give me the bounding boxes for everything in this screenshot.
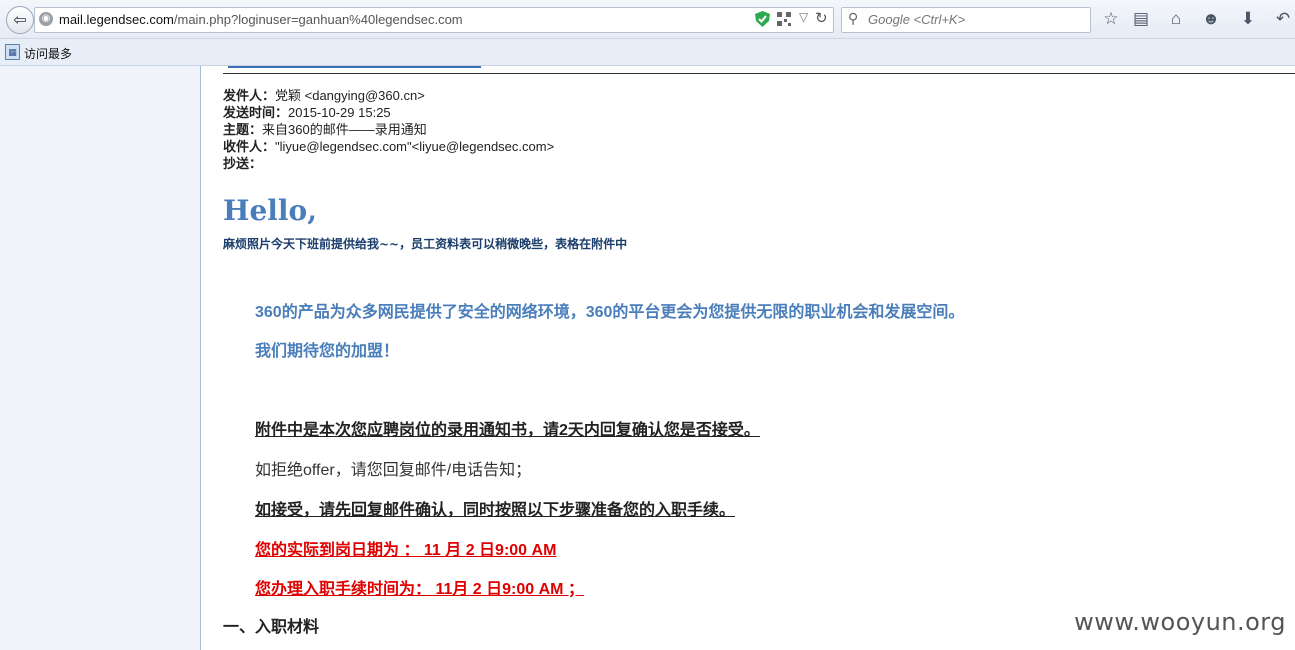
bookmark-most-visited[interactable]: 访问最多 (24, 45, 72, 62)
bookmarks-toolbar: ▦ 访问最多 (0, 39, 1295, 66)
from-label: 发件人： (223, 88, 276, 103)
active-tab-indicator (228, 66, 481, 68)
url-bar[interactable]: ◉ mail.legendsec.com/main.php?loginuser=… (34, 7, 834, 33)
date-value: 2015-10-29 15:25 (288, 105, 391, 120)
subject-value: 来自360的邮件——录用通知 (262, 122, 427, 137)
to-value: "liyue@legendsec.com"<liyue@legendsec.co… (275, 139, 555, 154)
search-bar[interactable]: ⚲ Google <Ctrl+K> (841, 7, 1091, 33)
start-date-line: 您的实际到岗日期为 ： 11 月 2 日9:00 AM (255, 542, 557, 559)
header-divider (223, 73, 1295, 74)
onboarding-time-line: 您办理入职手续时间为： 11月 2 日9:00 AM ； (255, 581, 584, 598)
clipboard-icon[interactable]: ▤ (1130, 9, 1152, 29)
watermark: www.wooyun.org (1074, 608, 1286, 636)
subject-label: 主题： (223, 122, 263, 137)
mail-sidebar (0, 66, 201, 650)
shield-icon[interactable] (755, 11, 770, 27)
folder-icon: ▦ (5, 44, 20, 60)
section-heading: 一、入职材料 (223, 619, 320, 636)
url-text[interactable]: mail.legendsec.com/main.php?loginuser=ga… (59, 12, 463, 27)
bookmark-star-icon[interactable]: ☆ (1100, 9, 1122, 29)
attachment-line: 附件中是本次您应聘岗位的录用通知书，请2天内回复确认您是否接受。 (255, 422, 760, 439)
email-view: 发件人：党颖 <dangying@360.cn> 发送时间：2015-10-29… (201, 66, 1295, 650)
from-value: 党颖 <dangying@360.cn> (275, 88, 425, 103)
greeting: Hello, (223, 194, 317, 227)
chat-icon[interactable]: ☻ (1200, 9, 1222, 29)
url-path: /main.php?loginuser=ganhuan%40legendsec.… (173, 12, 463, 27)
reload-icon[interactable]: ↻ (815, 9, 828, 27)
welcome-line: 我们期待您的加盟！ (255, 343, 400, 360)
search-icon: ⚲ (848, 10, 859, 26)
url-dropdown-icon[interactable]: ▽ (799, 10, 808, 24)
home-icon[interactable]: ⌂ (1165, 9, 1187, 29)
date-label: 发送时间： (223, 105, 289, 120)
to-label: 收件人： (223, 139, 276, 154)
undo-icon[interactable]: ↶ (1272, 9, 1294, 29)
email-cc: 抄送： (223, 153, 262, 172)
qr-code-icon[interactable] (777, 12, 791, 26)
url-host: mail.legendsec.com (59, 12, 174, 27)
globe-icon: ◉ (39, 12, 53, 26)
photo-note: 麻烦照片今天下班前提供给我~~，员工资料表可以稍微晚些，表格在附件中 (223, 237, 628, 251)
intro-line: 360的产品为众多网民提供了安全的网络环境，360的平台更会为您提供无限的职业机… (255, 304, 965, 321)
back-arrow-icon: ⇦ (13, 12, 27, 29)
back-button[interactable]: ⇦ (6, 6, 34, 34)
email-to: 收件人："liyue@legendsec.com"<liyue@legendse… (223, 136, 554, 155)
cc-label: 抄送： (223, 156, 263, 171)
accept-line: 如接受，请先回复邮件确认，同时按照以下步骤准备您的入职手续。 (255, 502, 736, 519)
search-placeholder: Google <Ctrl+K> (868, 12, 966, 27)
decline-line: 如拒绝offer，请您回复邮件/电话告知； (255, 462, 532, 479)
download-icon[interactable]: ⬇ (1237, 9, 1259, 29)
browser-navbar: ⇦ ◉ mail.legendsec.com/main.php?loginuse… (0, 0, 1295, 39)
